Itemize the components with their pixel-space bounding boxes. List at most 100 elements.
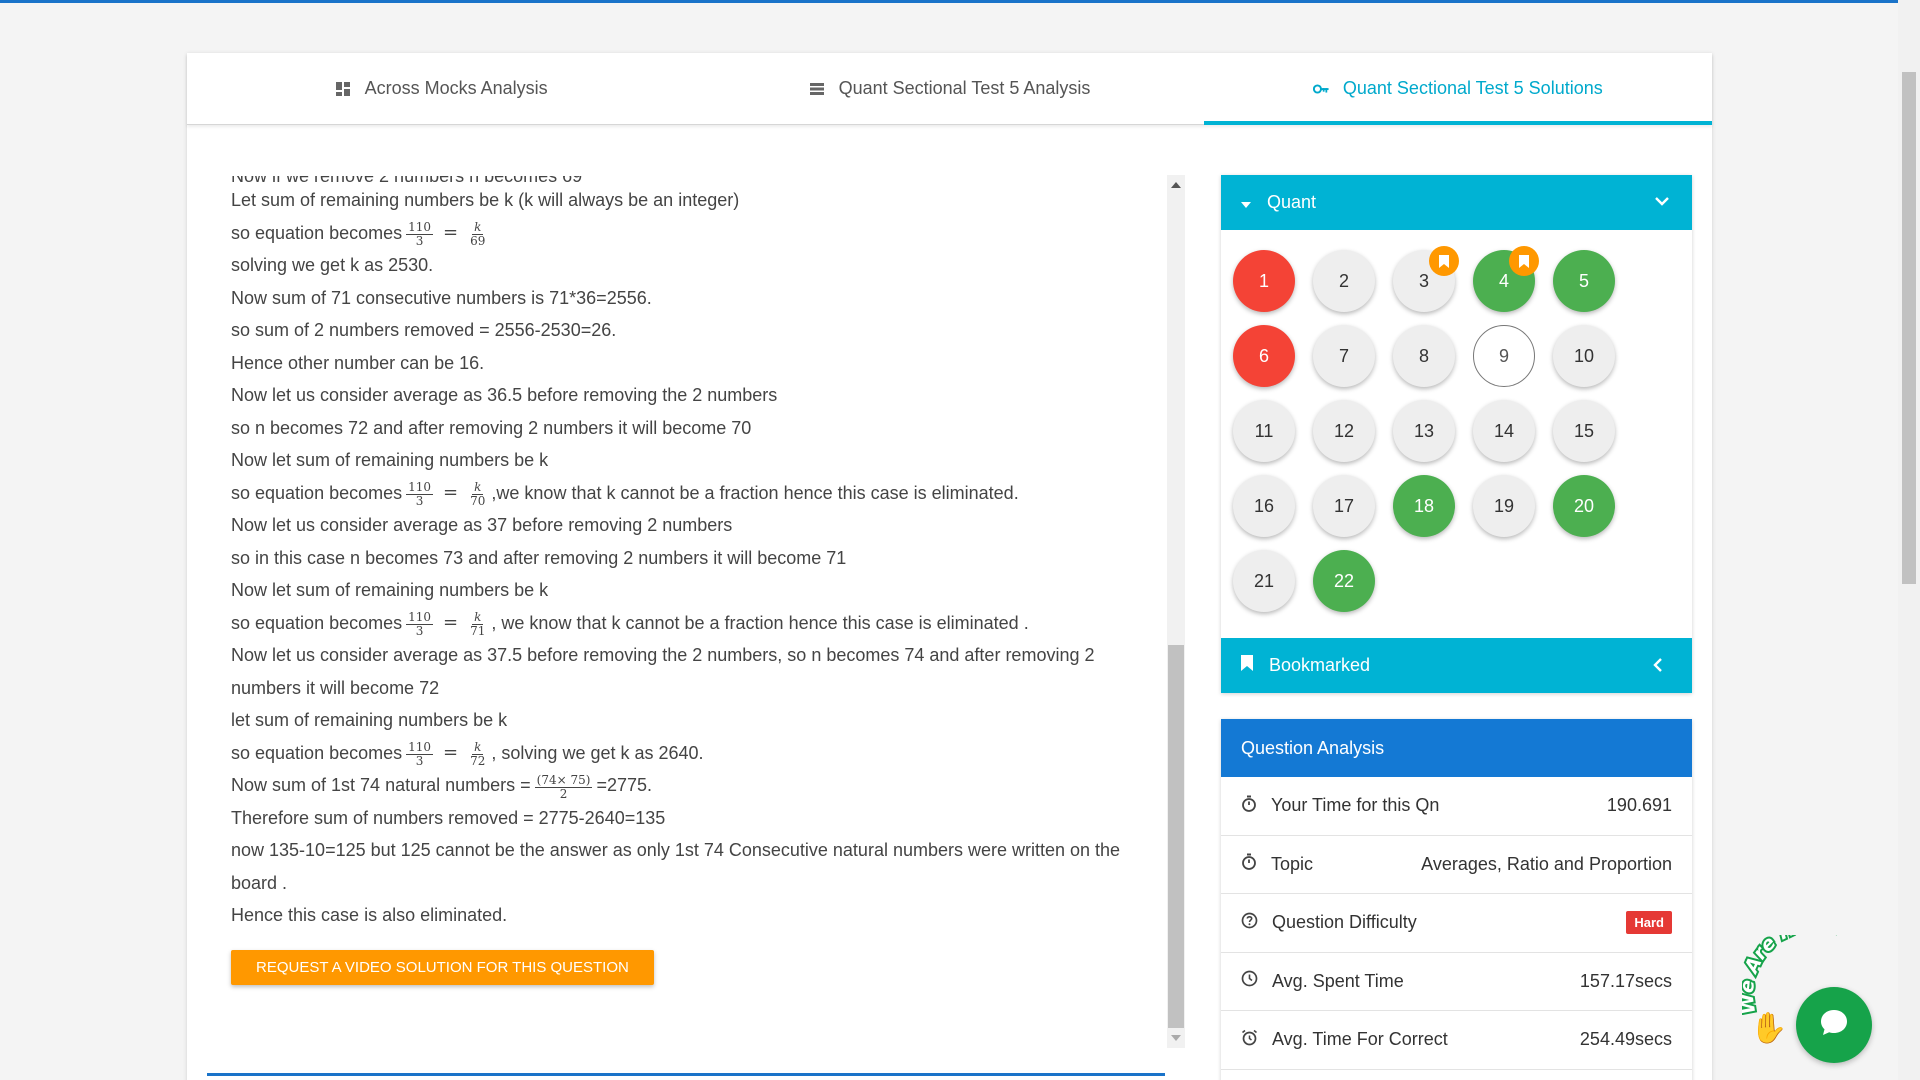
question-number: 5 — [1578, 270, 1589, 291]
help-circle-icon — [1241, 912, 1258, 934]
fraction: 110 3 — [406, 610, 434, 639]
request-video-solution-button[interactable]: REQUEST A VIDEO SOLUTION FOR THIS QUESTI… — [231, 949, 654, 985]
question-bubble-4[interactable]: 4 — [1473, 246, 1539, 312]
question-bubble-12[interactable]: 12 — [1313, 400, 1375, 462]
page-scrollbar[interactable] — [1898, 0, 1920, 1080]
top-progress-line — [0, 0, 1898, 3]
question-number: 11 — [1254, 420, 1274, 441]
question-number: 15 — [1573, 420, 1595, 441]
question-number: 1 — [1258, 270, 1269, 291]
question-bubble-5[interactable]: 5 — [1553, 250, 1615, 312]
analysis-card: Across Mocks Analysis Quant Sectional Te… — [187, 53, 1713, 1080]
solution-panel: Now if we remove 2 numbers n becomes 69 … — [207, 176, 1167, 1076]
page-scrollbar-thumb[interactable] — [1902, 72, 1916, 584]
question-bubble-21[interactable]: 21 — [1233, 550, 1295, 612]
question-bubble-8[interactable]: 8 — [1393, 325, 1455, 387]
solution-line: Now sum of 71 consecutive numbers is 71*… — [231, 287, 652, 308]
solution-scrollbar-thumb[interactable] — [1168, 645, 1184, 1028]
chevron-down-icon[interactable] — [1654, 193, 1670, 214]
bookmarked-label: Bookmarked — [1269, 655, 1371, 675]
solution-line: Now sum of 1st 74 natural numbers = (74×… — [231, 772, 652, 801]
solution-line: so in this case n becomes 73 and after r… — [231, 547, 847, 568]
bookmarked-section-header[interactable]: Bookmarked — [1221, 638, 1692, 693]
question-number: 4 — [1498, 270, 1509, 291]
question-bubble-1[interactable]: 1 — [1233, 250, 1295, 312]
solution-line: Therefore sum of numbers removed = 2775-… — [231, 807, 666, 828]
fraction: (74× 75) 2 — [534, 772, 593, 801]
question-bubble-10[interactable]: 10 — [1553, 325, 1615, 387]
question-bubble-15[interactable]: 15 — [1553, 400, 1615, 462]
tab-label: Quant Sectional Test 5 Solutions — [1342, 78, 1603, 98]
list-icon — [809, 81, 825, 97]
solution-line: Now let us consider average as 37 before… — [231, 515, 733, 535]
question-palette: Quant 1 2 3 4 5 6 7 8 9 10 11 12 13 14 15 16 17 18 19 20 21 2… — [1221, 175, 1692, 693]
solution-line: so equation becomes 110 3 = k 69 — [231, 220, 486, 249]
chevron-left-icon[interactable] — [1652, 657, 1664, 678]
fraction: 110 3 — [406, 480, 434, 509]
solution-divider — [207, 1073, 1165, 1076]
fraction: k 72 — [470, 740, 486, 769]
solution-line: Hence this case is also eliminated. — [231, 905, 508, 925]
question-bubble-3[interactable]: 3 — [1393, 246, 1459, 312]
solution-line: Hence other number can be 16. — [231, 352, 485, 373]
bookmark-badge-icon — [1509, 246, 1539, 276]
tab-sectional-analysis[interactable]: Quant Sectional Test 5 Analysis — [695, 53, 1203, 124]
qa-row-avg-correct: Avg. Time For Correct 254.49secs — [1221, 1011, 1692, 1070]
solution-scrollbar[interactable] — [1167, 175, 1185, 1048]
caret-down-icon — [1241, 192, 1251, 213]
tab-bar: Across Mocks Analysis Quant Sectional Te… — [187, 53, 1713, 125]
question-number: 7 — [1338, 345, 1349, 366]
tab-sectional-solutions[interactable]: Quant Sectional Test 5 Solutions — [1203, 53, 1713, 125]
question-bubble-14[interactable]: 14 — [1473, 400, 1535, 462]
question-bubble-9[interactable]: 9 — [1473, 325, 1535, 387]
question-bubble-13[interactable]: 13 — [1393, 400, 1455, 462]
stopwatch-icon — [1241, 795, 1257, 817]
stopwatch-icon — [1241, 853, 1257, 875]
question-number: 6 — [1258, 345, 1269, 366]
difficulty-badge: Hard — [1626, 911, 1672, 935]
qa-value: 157.17secs — [1579, 970, 1672, 991]
question-bubble-22[interactable]: 22 — [1313, 550, 1375, 612]
chat-icon — [1817, 1006, 1851, 1045]
qa-value: 254.49secs — [1579, 1029, 1672, 1050]
question-number: 8 — [1418, 345, 1429, 366]
question-number: 12 — [1333, 420, 1355, 441]
waving-hand-icon: ✋ — [1750, 1012, 1788, 1045]
question-bubble-2[interactable]: 2 — [1313, 250, 1375, 312]
question-bubble-7[interactable]: 7 — [1313, 325, 1375, 387]
tab-across-mocks-analysis[interactable]: Across Mocks Analysis — [187, 53, 695, 124]
question-bubble-6[interactable]: 6 — [1233, 325, 1295, 387]
question-bubble-11[interactable]: 11 — [1233, 400, 1295, 462]
question-bubble-18[interactable]: 18 — [1393, 475, 1455, 537]
solution-line: let sum of remaining numbers be k — [231, 710, 508, 730]
tab-label: Across Mocks Analysis — [364, 78, 548, 98]
question-number: 18 — [1413, 495, 1435, 516]
question-number: 14 — [1493, 420, 1515, 441]
bookmark-badge-icon — [1429, 246, 1459, 276]
quant-section-header[interactable]: Quant — [1221, 175, 1692, 230]
question-bubble-19[interactable]: 19 — [1473, 475, 1535, 537]
question-analysis-panel: Question Analysis Your Time for this Qn … — [1221, 719, 1692, 1080]
question-analysis-title: Question Analysis — [1221, 719, 1692, 777]
fraction: 110 3 — [406, 740, 434, 769]
qa-row-your-time: Your Time for this Qn 190.691 — [1221, 777, 1692, 836]
bookmark-icon — [1241, 655, 1253, 676]
solution-line: Now let sum of remaining numbers be k — [231, 450, 549, 470]
tab-label: Quant Sectional Test 5 Analysis — [838, 78, 1091, 98]
chat-button[interactable] — [1796, 987, 1872, 1063]
question-number: 9 — [1498, 345, 1509, 366]
question-number: 17 — [1333, 495, 1355, 516]
qa-row-avg-spent: Avg. Spent Time 157.17secs — [1221, 953, 1692, 1011]
question-number: 10 — [1573, 345, 1595, 366]
dashboard-icon — [335, 81, 351, 97]
qa-row-topic: Topic Averages, Ratio and Proportion — [1221, 836, 1692, 894]
scroll-down-arrow-icon[interactable] — [1171, 1035, 1181, 1041]
question-bubble-17[interactable]: 17 — [1313, 475, 1375, 537]
question-bubble-20[interactable]: 20 — [1553, 475, 1615, 537]
scroll-up-arrow-icon[interactable] — [1171, 182, 1181, 188]
solution-line: Now let sum of remaining numbers be k — [231, 580, 549, 600]
qa-value: 190.691 — [1606, 795, 1672, 816]
chat-widget[interactable]: We Are Here! ✋ — [1742, 935, 1882, 1063]
question-bubble-16[interactable]: 16 — [1233, 475, 1295, 537]
clock-icon — [1241, 970, 1258, 992]
